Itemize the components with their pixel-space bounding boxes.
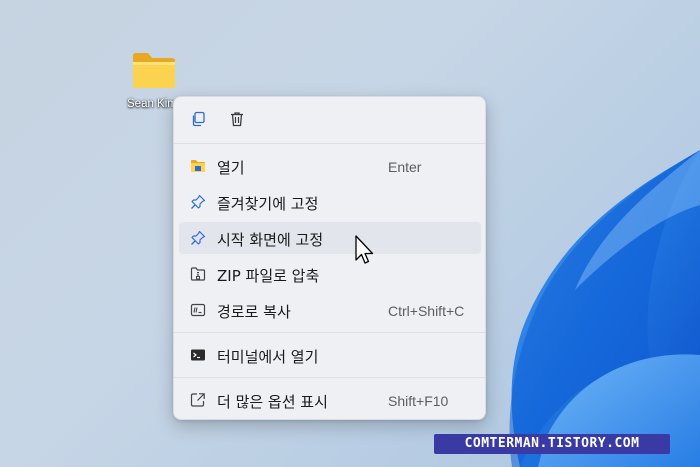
copy-button[interactable] [186, 109, 210, 133]
watermark: COMTERMAN.TISTORY.COM [434, 434, 670, 454]
menu-item-open-terminal[interactable]: 터미널에서 열기 [179, 339, 481, 371]
menu-item-copy-path[interactable]: 경로로 복사 Ctrl+Shift+C [179, 294, 481, 326]
menu-item-label: 더 많은 옵션 표시 [217, 393, 328, 411]
pin-icon [190, 230, 206, 246]
menu-item-label: 경로로 복사 [217, 303, 291, 321]
menu-toolbar [174, 97, 485, 143]
copy-path-icon [190, 302, 206, 318]
menu-separator [174, 332, 485, 333]
menu-item-label: 시작 화면에 고정 [217, 231, 324, 249]
menu-separator [174, 377, 485, 378]
menu-item-label: 열기 [217, 159, 245, 177]
menu-item-shortcut: Shift+F10 [388, 393, 449, 409]
menu-item-label: 즐겨찾기에 고정 [217, 195, 319, 213]
menu-item-pin-start[interactable]: 시작 화면에 고정 [179, 222, 481, 254]
more-options-icon [190, 392, 206, 408]
menu-item-shortcut: Enter [388, 159, 422, 175]
copy-icon [190, 111, 206, 131]
menu-item-shortcut: Ctrl+Shift+C [388, 303, 465, 319]
menu-item-label: 터미널에서 열기 [217, 348, 319, 366]
delete-button[interactable] [225, 109, 249, 133]
delete-icon [229, 111, 245, 131]
menu-item-pin-quick-access[interactable]: 즐겨찾기에 고정 [179, 186, 481, 218]
context-menu: 열기 Enter 즐겨찾기에 고정 시작 화면에 고정 ZIP 파일로 압축 경… [173, 96, 486, 420]
menu-item-label: ZIP 파일로 압축 [217, 267, 320, 285]
pin-icon [190, 194, 206, 210]
zip-icon [190, 266, 206, 282]
terminal-icon [190, 347, 206, 363]
mouse-cursor-icon [354, 235, 376, 273]
folder-open-icon [190, 158, 206, 174]
menu-item-compress-zip[interactable]: ZIP 파일로 압축 [179, 258, 481, 290]
menu-item-show-more-options[interactable]: 더 많은 옵션 표시 Shift+F10 [179, 384, 481, 416]
menu-separator [174, 143, 485, 144]
desktop: Sean Kim 열기 Enter 즐겨찾기에 고정 시작 화면에 고정 ZIP… [0, 0, 700, 467]
menu-item-open[interactable]: 열기 Enter [179, 150, 481, 182]
folder-icon [131, 50, 177, 94]
